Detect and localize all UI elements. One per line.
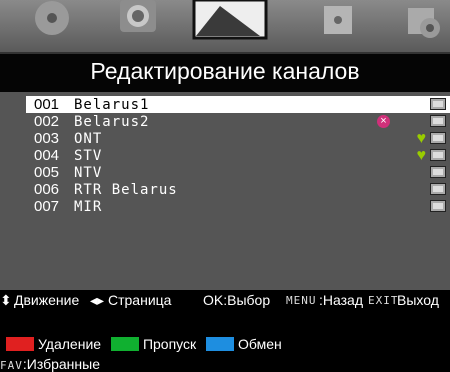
lock-icon[interactable]	[308, 0, 368, 40]
delete-color-swatch	[6, 337, 34, 351]
tv-icon	[430, 166, 446, 178]
tv-icon	[430, 115, 446, 127]
exit-key: EXIT	[368, 294, 399, 307]
channel-row[interactable]: 007 MIR	[26, 198, 450, 215]
top-menu-icons	[0, 0, 450, 52]
tv-icon	[430, 183, 446, 195]
gear-icon[interactable]	[390, 0, 450, 40]
ok-hint: OK:Выбор	[203, 292, 271, 308]
menu-label: :Назад	[319, 292, 364, 308]
channel-name: MIR	[74, 199, 103, 215]
skip-label: Пропуск	[142, 336, 197, 352]
channel-row[interactable]: 002 Belarus2 ×	[26, 113, 450, 130]
swap-color-swatch	[206, 337, 235, 351]
channel-name: RTR Belarus	[74, 182, 178, 198]
legend: Удаление Пропуск Обмен	[0, 336, 282, 352]
channel-list: 001 Belarus1 002 Belarus2 × 003 ONT ♥ 004 STV ♥ 005…	[26, 96, 450, 215]
tv-icon	[430, 132, 446, 144]
favorite-heart-icon: ♥	[416, 130, 427, 147]
channel-name: Belarus2	[74, 114, 150, 130]
delete-label: Удаление	[38, 336, 102, 352]
channel-name: STV	[74, 148, 103, 164]
channel-row[interactable]: 006 RTR Belarus	[26, 181, 450, 198]
exit-label: Выход	[397, 292, 439, 308]
channel-number: 002	[34, 113, 60, 130]
tv-icon	[430, 98, 446, 110]
title-bar: Редактирование каналов	[0, 52, 450, 94]
channel-number: 003	[34, 130, 60, 147]
swap-label: Обмен	[238, 336, 282, 352]
footer-hints: ⬍ Движение ◂▸ Страница OK:Выбор MENU :На…	[0, 290, 450, 310]
channel-row[interactable]: 005 NTV	[26, 164, 450, 181]
disc-icon[interactable]	[22, 0, 82, 40]
channel-panel: 001 Belarus1 002 Belarus2 × 003 ONT ♥ 004 STV ♥ 005…	[0, 92, 450, 372]
channel-number: 007	[34, 198, 60, 215]
tv-icon	[430, 200, 446, 212]
channel-row[interactable]: 001 Belarus1	[26, 96, 450, 113]
channel-row[interactable]: 004 STV ♥	[26, 147, 450, 164]
channel-row[interactable]: 003 ONT ♥	[26, 130, 450, 147]
fav-hint: FAV:Избранные	[0, 356, 100, 372]
page-title: Редактирование каналов	[90, 58, 360, 84]
fav-label: :Избранные	[22, 356, 100, 372]
tv-icon	[430, 149, 446, 161]
move-label: Движение	[14, 292, 80, 308]
channel-number: 001	[34, 96, 60, 113]
up-down-arrows-icon: ⬍	[0, 292, 12, 308]
favorite-heart-icon: ♥	[416, 147, 427, 164]
fav-key: FAV	[0, 359, 23, 372]
page-label: Страница	[108, 292, 172, 308]
channel-name: ONT	[74, 131, 103, 147]
channel-name: NTV	[74, 165, 103, 181]
channel-number: 005	[34, 164, 60, 181]
left-right-arrows-icon: ◂▸	[90, 292, 105, 308]
skip-icon: ×	[377, 115, 390, 128]
skip-color-swatch	[110, 337, 139, 351]
channel-number: 004	[34, 147, 60, 164]
channel-number: 006	[34, 181, 60, 198]
media-icon[interactable]	[190, 0, 270, 40]
menu-key: MENU	[286, 294, 317, 307]
channel-name: Belarus1	[74, 97, 150, 113]
camera-icon[interactable]	[108, 0, 168, 40]
